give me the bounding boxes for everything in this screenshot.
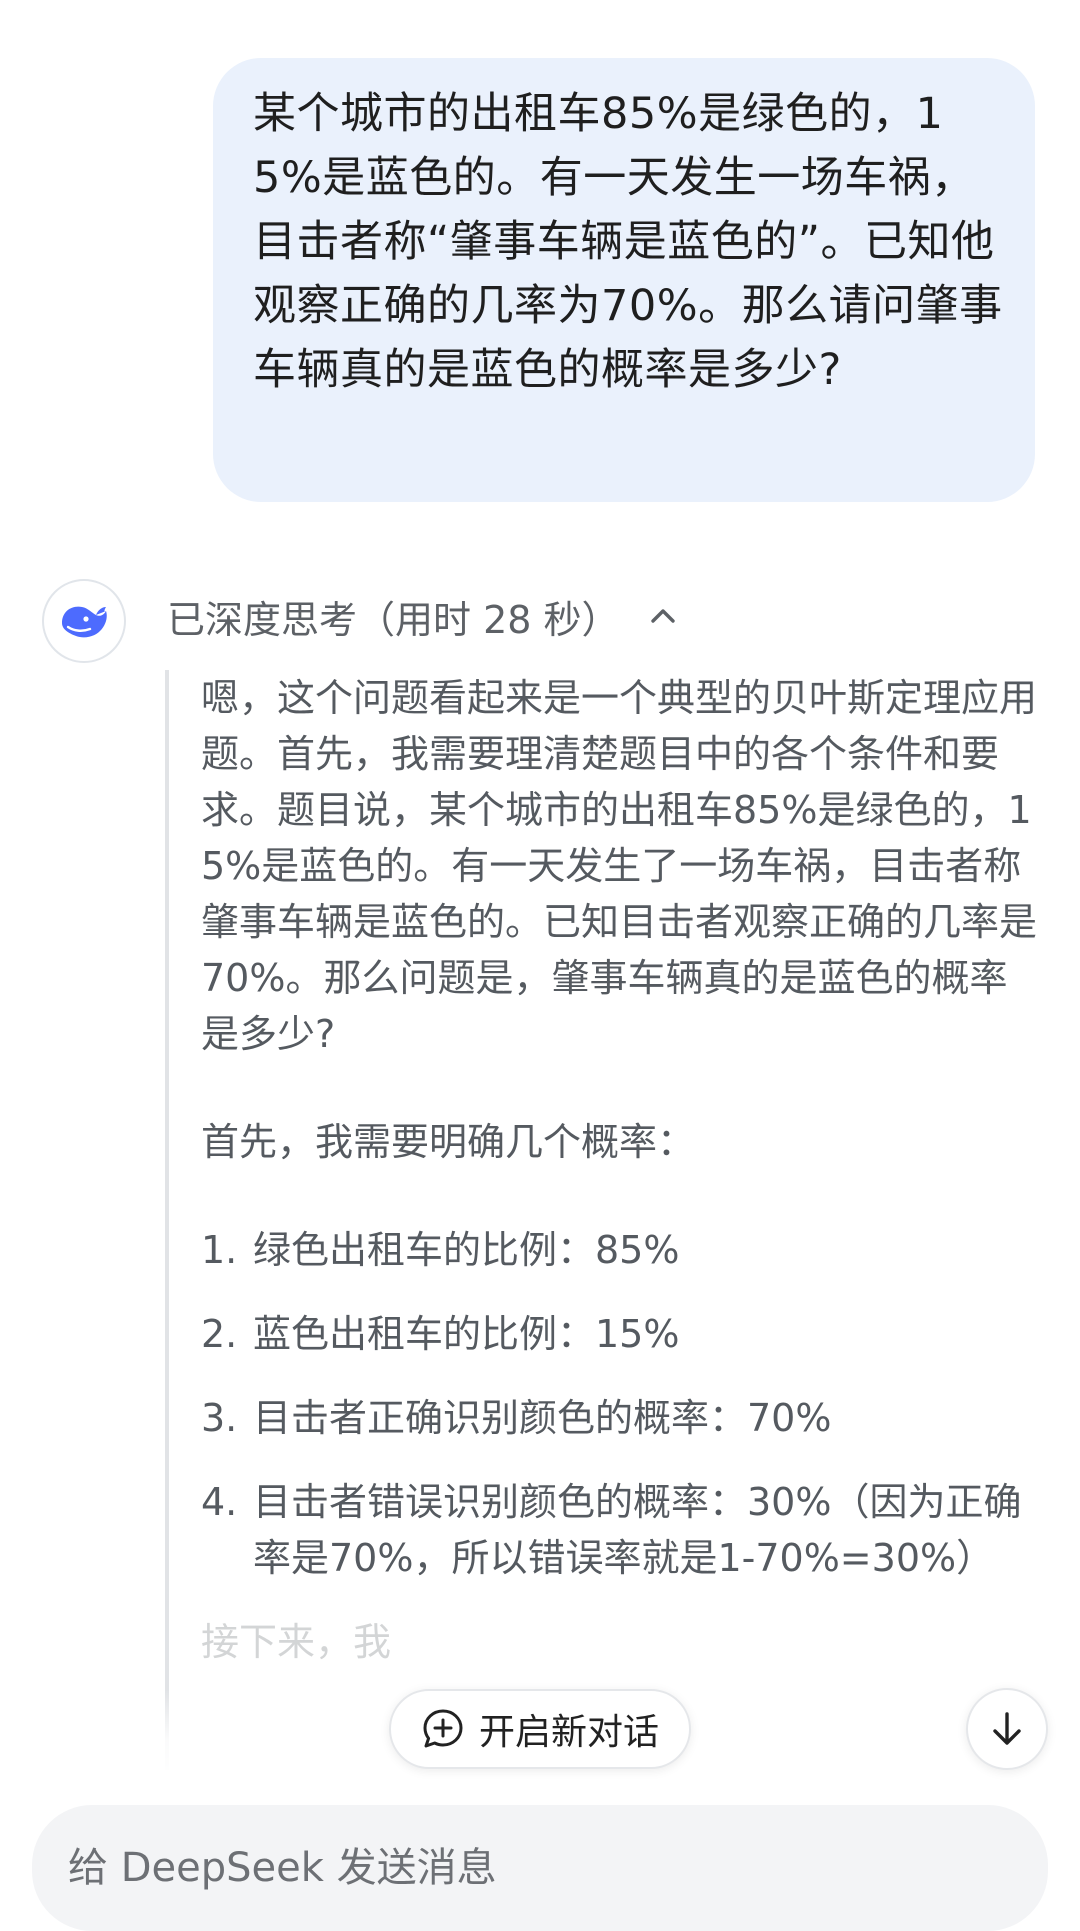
thinking-faded-line: 接下来，我 [201,1620,392,1664]
deepseek-avatar [42,579,126,663]
probability-list: 1. 绿色出租车的比例：85% 2. 蓝色出租车的比例：15% 3. 目击者正确… [201,1222,1045,1586]
message-input-bar[interactable] [32,1805,1048,1931]
message-input[interactable] [66,1844,1048,1892]
list-item: 2. 蓝色出租车的比例：15% [201,1306,1045,1362]
scroll-to-bottom-button[interactable] [966,1688,1048,1770]
list-item: 1. 绿色出租车的比例：85% [201,1222,1045,1278]
thinking-toggle[interactable]: 已深度思考（用时 28 秒） [167,586,680,646]
thinking-header-label: 已深度思考（用时 28 秒） [167,597,620,642]
thinking-paragraph-1: 嗯，这个问题看起来是一个典型的贝叶斯定理应用题。首先，我需要理清楚题目中的各个条… [201,676,1038,1056]
list-item-number: 4. [201,1480,238,1524]
thinking-content: 嗯，这个问题看起来是一个典型的贝叶斯定理应用题。首先，我需要理清楚题目中的各个条… [165,670,1045,1770]
user-message-bubble: 某个城市的出租车85%是绿色的，15%是蓝色的。有一天发生一场车祸，目击者称“肇… [213,58,1035,502]
list-item: 4. 目击者错误识别颜色的概率：30%（因为正确率是70%，所以错误率就是1-7… [201,1474,1045,1586]
user-message-text: 某个城市的出租车85%是绿色的，15%是蓝色的。有一天发生一场车祸，目击者称“肇… [253,89,1003,395]
thinking-paragraph-2: 首先，我需要明确几个概率： [201,1120,696,1164]
new-chat-label: 开启新对话 [478,1712,659,1753]
list-item-text: 目击者正确识别颜色的概率：70% [253,1396,832,1440]
chevron-up-icon [650,609,675,623]
list-item-text: 蓝色出租车的比例：15% [253,1312,680,1356]
list-item-number: 1. [201,1228,238,1272]
new-chat-button[interactable]: 开启新对话 [389,1689,691,1769]
plus-chat-icon [423,1709,463,1748]
arrow-down-icon [993,1712,1021,1745]
list-item: 3. 目击者正确识别颜色的概率：70% [201,1390,1045,1446]
list-item-text: 绿色出租车的比例：85% [253,1228,680,1272]
list-item-number: 2. [201,1312,238,1356]
list-item-number: 3. [201,1396,238,1440]
deepseek-whale-icon [62,606,107,638]
list-item-text: 目击者错误识别颜色的概率：30%（因为正确率是70%，所以错误率就是1-70%=… [253,1480,1022,1580]
